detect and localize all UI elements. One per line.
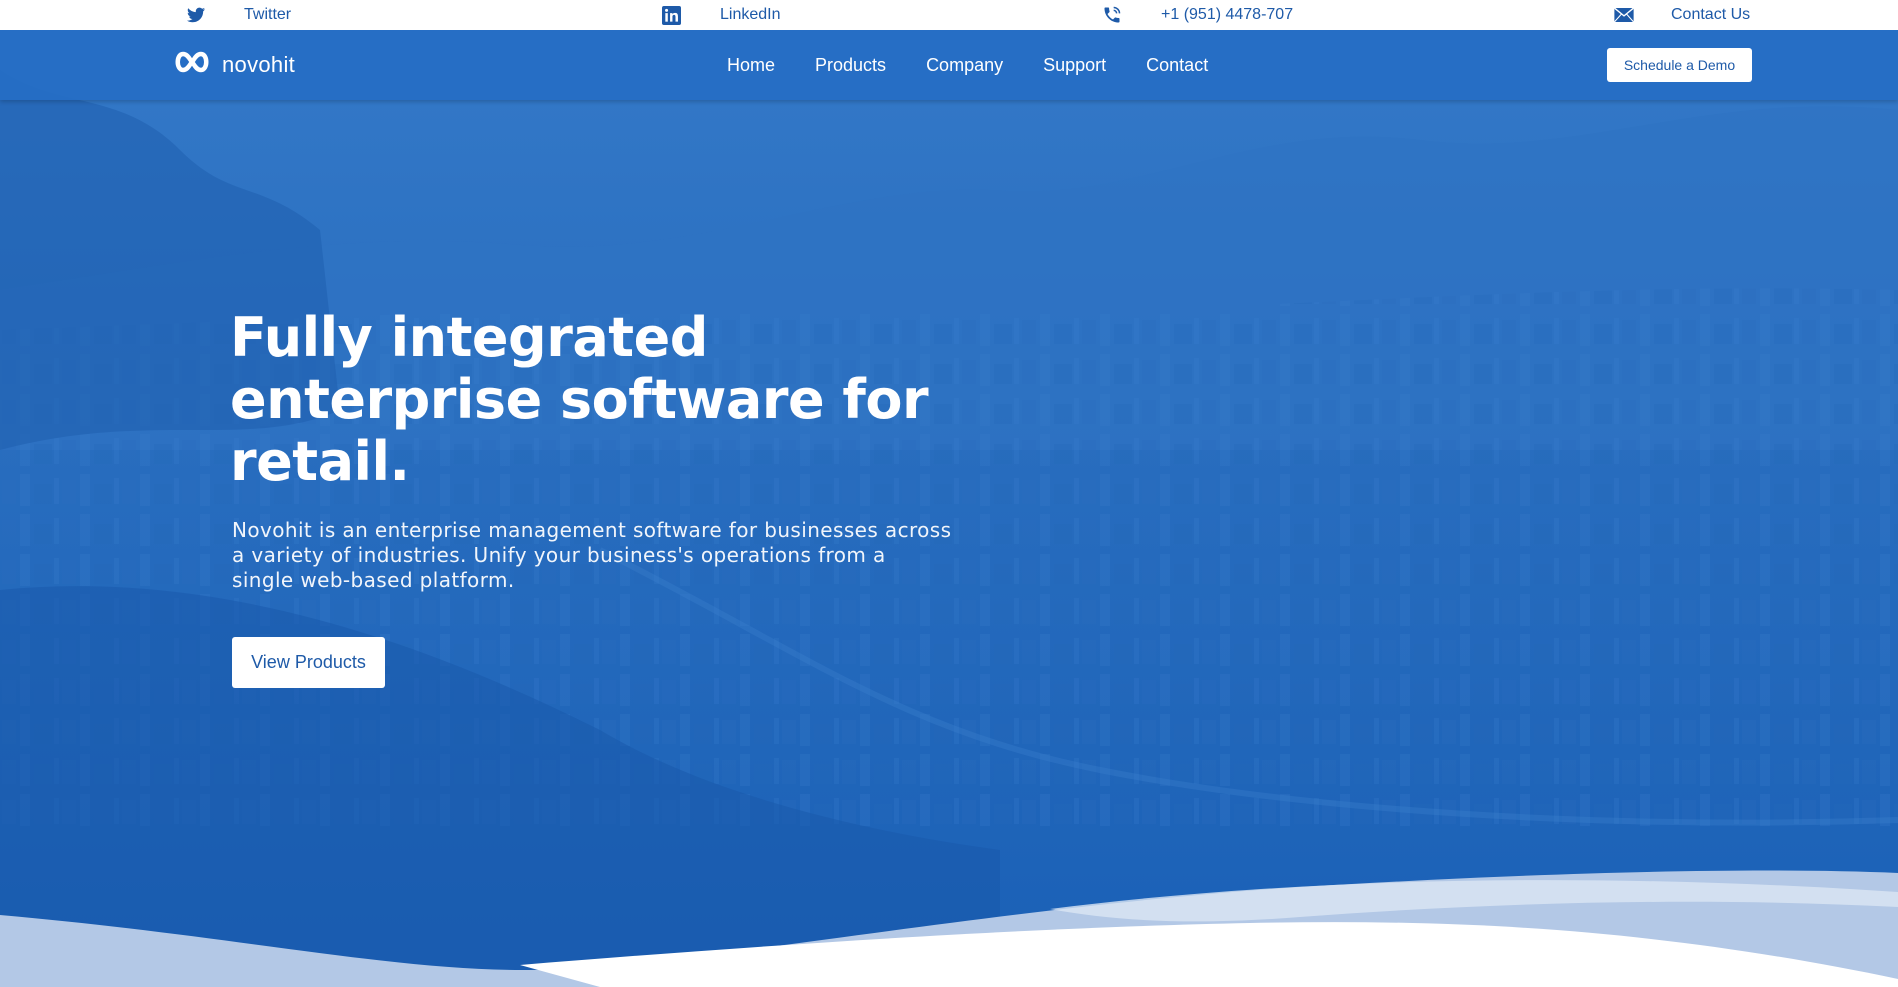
hero-section: novohit Home Products Company Support Co…	[0, 30, 1898, 987]
phone-link[interactable]	[1102, 0, 1122, 30]
hero-description-line: single web-based platform.	[232, 568, 515, 592]
phone-label[interactable]: +1 (951) 4478-707	[1161, 6, 1293, 24]
top-utility-bar: Twitter LinkedIn +1 (951) 4478-707 Conta…	[0, 0, 1898, 30]
view-products-button[interactable]: View Products	[232, 637, 385, 688]
linkedin-link[interactable]	[661, 0, 681, 30]
twitter-icon	[186, 5, 206, 25]
nav-item-home[interactable]: Home	[727, 55, 775, 76]
primary-nav: Home Products Company Support Contact	[727, 30, 1208, 100]
nav-item-products[interactable]: Products	[815, 55, 886, 76]
hero-headline-line: retail.	[230, 430, 410, 493]
hero-headline-line: Fully integrated	[230, 306, 708, 369]
linkedin-icon	[661, 5, 681, 25]
hero-headline-line: enterprise software for	[230, 368, 929, 431]
twitter-link[interactable]	[186, 0, 206, 30]
nav-item-contact[interactable]: Contact	[1146, 55, 1208, 76]
hero-background-image	[0, 30, 1898, 987]
hero-bottom-wave	[0, 870, 1898, 987]
hero-description-line: a variety of industries. Unify your busi…	[232, 543, 886, 567]
contact-link[interactable]	[1614, 0, 1634, 30]
twitter-label[interactable]: Twitter	[244, 6, 291, 24]
hero-description: Novohit is an enterprise management soft…	[232, 518, 962, 593]
infinity-logo-icon	[172, 50, 212, 79]
phone-icon	[1102, 5, 1122, 25]
contact-label[interactable]: Contact Us	[1671, 6, 1750, 24]
brand-logo[interactable]: novohit	[172, 50, 295, 79]
linkedin-label[interactable]: LinkedIn	[720, 6, 781, 24]
hero-description-line: Novohit is an enterprise management soft…	[232, 518, 952, 542]
nav-item-support[interactable]: Support	[1043, 55, 1106, 76]
main-navbar: novohit Home Products Company Support Co…	[0, 30, 1898, 100]
logo-text: novohit	[222, 51, 296, 77]
mail-icon	[1614, 5, 1634, 25]
hero-headline: Fully integrated enterprise software for…	[230, 307, 950, 493]
nav-item-company[interactable]: Company	[926, 55, 1003, 76]
schedule-demo-button[interactable]: Schedule a Demo	[1607, 48, 1752, 82]
